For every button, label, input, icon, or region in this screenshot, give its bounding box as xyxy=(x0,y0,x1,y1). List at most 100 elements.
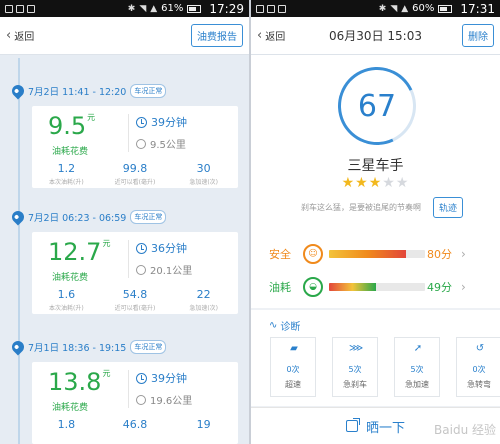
bluetooth-icon: ✱ xyxy=(127,3,136,14)
clock-icon xyxy=(136,116,147,128)
status-bar: ✱ ◥ ▲ 61% 17:29 xyxy=(0,0,249,17)
location-icon xyxy=(256,4,264,13)
clock-icon xyxy=(136,242,147,254)
trip-card[interactable]: 9.5元 油耗花费 39分钟 9.5公里 1.2 本次油耗(升) 99.8 近可以看… xyxy=(32,106,238,188)
battery-percent: 61% xyxy=(161,3,184,14)
share-label: 晒一下 xyxy=(365,420,405,436)
status-bar: ✱ ◥ ▲ 60% 17:31 xyxy=(251,0,500,17)
diagnosis-title: ∿ 诊断 xyxy=(269,320,301,333)
diagnosis-section: ∿ 诊断 ▰ 0次 超速 ⋙ 5次 急刹车 ➚ 5次 急加速 ↺ 0次 急转弯 xyxy=(251,310,500,406)
location-pin-icon xyxy=(9,338,27,356)
trip-distance: 19.6公里 xyxy=(136,392,192,407)
trip-card[interactable]: 13.8元 油耗花费 39分钟 19.6公里 1.8 46.8 19 xyxy=(32,362,238,444)
watermark: Baidu 经验 xyxy=(434,423,496,437)
diagnosis-hard-accel[interactable]: ➚ 5次 急加速 xyxy=(394,337,440,397)
metric-bar xyxy=(329,283,425,291)
star-icon: ★ xyxy=(355,175,369,191)
image-icon xyxy=(267,4,275,13)
divider xyxy=(128,114,129,152)
trip-time: 7月2日 06:23 - 06:59 xyxy=(28,213,127,224)
trip-stats: 1.8 46.8 19 xyxy=(57,418,211,431)
bluetooth-icon: ✱ xyxy=(378,3,387,14)
divider xyxy=(128,240,129,278)
notification-icon xyxy=(5,4,13,13)
status-time: 17:31 xyxy=(460,1,495,16)
mail-icon xyxy=(278,4,286,13)
metric-safety[interactable]: 安全 ☺ 80分 › xyxy=(251,242,500,266)
pulse-icon: ∿ xyxy=(269,320,278,331)
signal-icon: ▲ xyxy=(150,3,158,14)
chevron-left-icon: ‹ xyxy=(257,28,263,43)
diagnosis-hard-brake[interactable]: ⋙ 5次 急刹车 xyxy=(332,337,378,397)
divider xyxy=(128,370,129,408)
diagnosis-overspeed[interactable]: ▰ 0次 超速 xyxy=(270,337,316,397)
driver-rank: 三星车手 xyxy=(347,158,404,174)
trip-time: 7月2日 11:41 - 12:20 xyxy=(28,87,127,98)
trip-entry[interactable]: 7月1日 18:36 - 19:15 车况正常 13.8元 油耗花费 39分钟 … xyxy=(9,338,238,444)
trip-distance: 9.5公里 xyxy=(136,136,186,151)
image-icon xyxy=(16,4,24,13)
trip-duration: 36分钟 xyxy=(136,240,187,256)
trip-distance: 20.1公里 xyxy=(136,262,192,277)
star-icon: ★ xyxy=(341,175,356,191)
trip-duration: 39分钟 xyxy=(136,370,187,386)
score-section: 67 三星车手 ★★★★★ 刹车这么猛，是要被追尾的节奏啊 轨迹 xyxy=(251,55,500,250)
fuel-cost-label: 油耗花费 xyxy=(52,147,89,157)
diagnosis-sharp-turn[interactable]: ↺ 0次 急转弯 xyxy=(456,337,500,397)
trip-stats: 1.6 本次油耗(升) 54.8 近可以看(毫升) 22 急加速(次) xyxy=(48,288,219,312)
trip-entry[interactable]: 7月2日 06:23 - 06:59 车况正常 12.7元 油耗花费 36分钟 … xyxy=(9,208,238,314)
back-button[interactable]: ‹ 返回 xyxy=(257,28,285,43)
signal-icon: ▲ xyxy=(401,3,409,14)
metric-fuel[interactable]: 油耗 ◒ 49分 › xyxy=(251,275,500,299)
battery-icon xyxy=(438,4,453,13)
mail-icon xyxy=(27,4,35,13)
condition-badge: 车况正常 xyxy=(130,84,167,98)
metric-label: 安全 xyxy=(269,248,291,261)
fuel-cost-label: 油耗花费 xyxy=(52,403,89,413)
back-label: 返回 xyxy=(265,32,286,43)
share-icon xyxy=(345,418,360,432)
brake-icon: ⋙ xyxy=(349,343,364,354)
back-button[interactable]: ‹ 返回 xyxy=(6,28,34,43)
trip-entry[interactable]: 7月2日 11:41 - 12:20 车况正常 9.5元 油耗花费 39分钟 9… xyxy=(9,82,238,188)
metric-bar xyxy=(329,250,425,258)
trip-duration: 39分钟 xyxy=(136,114,187,130)
trip-detail-screen: ✱ ◥ ▲ 60% 17:31 ‹ 返回 06月30日 15:03 删除 67 … xyxy=(251,0,500,444)
chevron-right-icon: › xyxy=(461,280,466,294)
trip-time: 7月1日 18:36 - 19:15 xyxy=(28,343,127,354)
distance-icon xyxy=(136,394,146,405)
fuel-drop-icon: ◒ xyxy=(303,277,323,297)
chevron-right-icon: › xyxy=(461,247,466,261)
metric-value: 80分 xyxy=(427,248,452,261)
distance-icon xyxy=(136,138,146,149)
fuel-report-button[interactable]: 油费报告 xyxy=(191,24,243,47)
clock-icon xyxy=(136,372,147,384)
location-pin-icon xyxy=(9,82,27,100)
fuel-cost: 9.5元 xyxy=(48,112,96,140)
trip-stats: 1.2 本次油耗(升) 99.8 近可以看(毫升) 30 急加速(次) xyxy=(48,162,219,186)
star-icon: ★ xyxy=(395,175,410,191)
fuel-cost: 12.7元 xyxy=(48,238,111,266)
metric-value: 49分 xyxy=(427,281,452,294)
speed-camera-icon: ▰ xyxy=(290,343,298,354)
top-bar: ‹ 返回 油费报告 xyxy=(0,17,249,55)
shield-person-icon: ☺ xyxy=(303,244,323,264)
star-rating: ★★★★★ xyxy=(251,175,500,191)
sharp-turn-icon: ↺ xyxy=(475,343,485,354)
condition-badge: 车况正常 xyxy=(130,340,167,354)
score-metrics: 安全 ☺ 80分 › 油耗 ◒ 49分 › xyxy=(251,228,500,308)
metric-label: 油耗 xyxy=(269,281,291,294)
status-time: 17:29 xyxy=(209,1,244,16)
location-pin-icon xyxy=(9,208,27,226)
wifi-icon: ◥ xyxy=(390,3,398,14)
delete-button[interactable]: 删除 xyxy=(462,24,494,47)
trip-card[interactable]: 12.7元 油耗花费 36分钟 20.1公里 1.6 本次油耗(升) 54.8 近可… xyxy=(32,232,238,314)
trip-list-screen: ✱ ◥ ▲ 61% 17:29 ‹ 返回 油费报告 7月2日 11:41 - 1… xyxy=(0,0,249,444)
distance-icon xyxy=(136,264,146,275)
battery-percent: 60% xyxy=(412,3,435,14)
fuel-cost-label: 油耗花费 xyxy=(52,273,89,283)
condition-badge: 车况正常 xyxy=(130,210,167,224)
chevron-left-icon: ‹ xyxy=(6,28,12,43)
track-button[interactable]: 轨迹 xyxy=(433,197,464,218)
star-icon: ★ xyxy=(382,175,396,191)
